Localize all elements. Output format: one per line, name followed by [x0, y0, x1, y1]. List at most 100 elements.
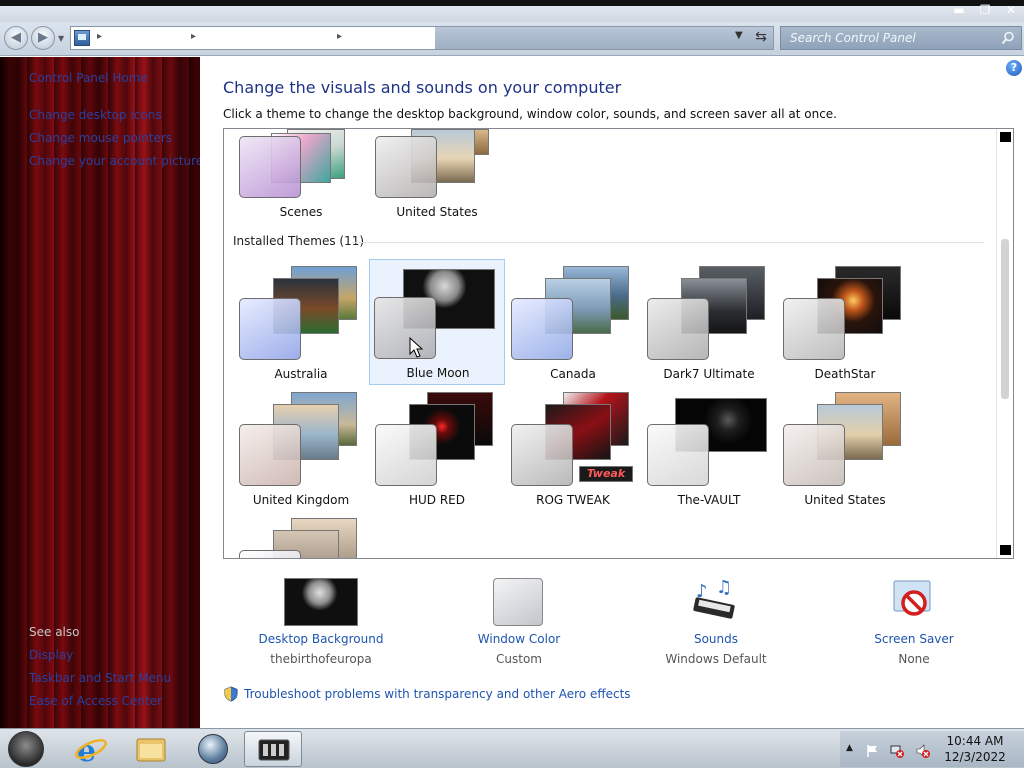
- forward-arrow-icon: ▶: [38, 30, 48, 45]
- troubleshoot-link[interactable]: Troubleshoot problems with transparency …: [244, 687, 631, 701]
- recent-pages-dropdown-icon[interactable]: ▼: [58, 34, 64, 43]
- window-color-option[interactable]: Window Color Custom: [434, 632, 604, 666]
- display-link[interactable]: Display: [29, 648, 73, 662]
- theme-label: Australia: [274, 367, 328, 381]
- search-box[interactable]: [780, 26, 1022, 50]
- breadcrumb-separator-icon[interactable]: ▸: [191, 31, 196, 42]
- clock-time: 10:44 AM: [946, 734, 1004, 748]
- scroll-down-arrow-icon[interactable]: [1000, 545, 1011, 555]
- window-color-swatch: [375, 136, 437, 198]
- maximize-button[interactable]: ❐: [978, 4, 992, 16]
- search-input[interactable]: [781, 27, 1001, 49]
- page-subtitle: Click a theme to change the desktop back…: [223, 107, 837, 121]
- theme-item-the-vault[interactable]: The-VAULT: [641, 386, 777, 512]
- sounds-title[interactable]: Sounds: [631, 632, 801, 646]
- theme-item-australia[interactable]: Australia: [233, 260, 369, 386]
- sounds-option[interactable]: Sounds Windows Default: [631, 632, 801, 666]
- screen-saver-title[interactable]: Screen Saver: [829, 632, 999, 646]
- theme-label: United States: [396, 205, 478, 219]
- control-panel-icon: [74, 30, 90, 46]
- action-center-flag-icon[interactable]: [866, 744, 880, 758]
- mouse-cursor-icon: [409, 337, 423, 358]
- desktop-background-title[interactable]: Desktop Background: [236, 632, 406, 646]
- theme-item-deathstar[interactable]: DeathStar: [777, 260, 913, 386]
- media-player-icon: [198, 734, 228, 764]
- see-also-heading: See also: [29, 625, 80, 639]
- shield-icon: [224, 686, 238, 702]
- start-button[interactable]: [8, 731, 44, 767]
- theme-item-hud-red[interactable]: HUD RED: [369, 386, 505, 512]
- theme-item-united-states-top[interactable]: United States: [369, 129, 505, 255]
- window-color-icon[interactable]: [493, 578, 543, 626]
- internet-explorer-taskbar-button[interactable]: e: [62, 731, 120, 767]
- theme-label: United States: [804, 493, 886, 507]
- main-content: ? Change the visuals and sounds on your …: [200, 57, 1024, 728]
- scrollbar-thumb[interactable]: [1001, 239, 1009, 399]
- minimize-button[interactable]: ▬: [952, 4, 966, 16]
- back-button[interactable]: ◀: [4, 26, 28, 50]
- group-divider: [352, 242, 984, 243]
- window-color-swatch: [783, 298, 845, 360]
- tweak-badge: Tweak: [579, 466, 633, 482]
- sounds-value: Windows Default: [665, 652, 767, 666]
- title-bar-strip: [0, 0, 1024, 6]
- window-color-swatch: [375, 424, 437, 486]
- breadcrumb-separator-icon[interactable]: ▸: [337, 31, 342, 42]
- forward-button[interactable]: ▶: [31, 26, 55, 50]
- change-desktop-icons-link[interactable]: Change desktop icons: [29, 108, 162, 122]
- theme-item-blue-moon[interactable]: Blue Moon: [369, 259, 505, 385]
- title-bar: ▬ ❐ ✕: [0, 0, 1024, 22]
- theme-label: United Kingdom: [252, 493, 350, 507]
- theme-gallery[interactable]: Scenes United States Installed Themes (1…: [223, 128, 1014, 559]
- media-player-taskbar-button[interactable]: [184, 731, 242, 767]
- windows-explorer-taskbar-button[interactable]: [122, 731, 180, 767]
- change-mouse-pointers-link[interactable]: Change mouse pointers: [29, 131, 172, 145]
- theme-label: Canada: [550, 367, 596, 381]
- ease-of-access-link[interactable]: Ease of Access Center: [29, 694, 162, 708]
- address-bar[interactable]: ▸ ▸ ▸ ▼: [70, 26, 774, 50]
- installed-themes-heading: Installed Themes (11): [233, 234, 365, 248]
- window-color-swatch: [511, 298, 573, 360]
- help-icon[interactable]: ?: [1006, 60, 1022, 76]
- control-panel-home-link[interactable]: Control Panel Home: [29, 71, 148, 85]
- volume-muted-icon[interactable]: [916, 744, 930, 758]
- window-color-title[interactable]: Window Color: [434, 632, 604, 646]
- theme-label: ROG TWEAK: [536, 493, 610, 507]
- refresh-button[interactable]: ⇆: [750, 29, 772, 47]
- close-button[interactable]: ✕: [1004, 4, 1018, 16]
- control-panel-taskbar-button[interactable]: [244, 731, 302, 767]
- theme-item-dark7-ultimate[interactable]: Dark7 Ultimate: [641, 260, 777, 386]
- address-bar-empty-area[interactable]: [435, 27, 773, 49]
- navigation-bar: ◀ ▶ ▼ ▸ ▸ ▸ ▼ ⇆: [0, 22, 1024, 56]
- theme-item-united-kingdom[interactable]: United Kingdom: [233, 386, 369, 512]
- screen-saver-icon[interactable]: [888, 577, 938, 625]
- screen-saver-option[interactable]: Screen Saver None: [829, 632, 999, 666]
- window-color-swatch: [239, 424, 301, 486]
- theme-item-partial[interactable]: [233, 512, 369, 558]
- taskbar-start-menu-link[interactable]: Taskbar and Start Menu: [29, 671, 171, 685]
- theme-item-united-states[interactable]: United States: [777, 386, 913, 512]
- taskbar: e ▲ 10:44 AM 12/3/2022: [0, 728, 1024, 768]
- scroll-up-arrow-icon[interactable]: [1000, 132, 1011, 142]
- network-icon[interactable]: [890, 744, 904, 758]
- theme-item-canada[interactable]: Canada: [505, 260, 641, 386]
- system-clock[interactable]: 10:44 AM 12/3/2022: [940, 733, 1010, 765]
- window-color-swatch: [783, 424, 845, 486]
- change-account-picture-link[interactable]: Change your account picture: [29, 154, 203, 168]
- svg-text:♪: ♪: [696, 581, 708, 602]
- screen-saver-value: None: [898, 652, 930, 666]
- address-history-dropdown-icon[interactable]: ▼: [735, 30, 743, 41]
- theme-item-rog-tweak[interactable]: Tweak ROG TWEAK: [505, 386, 641, 512]
- breadcrumb-separator-icon[interactable]: ▸: [97, 31, 102, 42]
- desktop-background-option[interactable]: Desktop Background thebirthofeuropa: [236, 632, 406, 666]
- window-color-swatch: [239, 550, 301, 558]
- back-arrow-icon: ◀: [11, 30, 21, 45]
- show-hidden-icons-icon[interactable]: ▲: [846, 743, 860, 757]
- theme-label: DeathStar: [814, 367, 876, 381]
- desktop-background-thumbnail[interactable]: [284, 578, 358, 626]
- left-task-pane: Control Panel Home Change desktop icons …: [0, 57, 203, 728]
- search-icon[interactable]: [1001, 31, 1015, 45]
- gallery-scrollbar[interactable]: [996, 129, 1013, 558]
- sounds-icon[interactable]: ♪ ♫: [690, 577, 740, 625]
- window-color-swatch: [647, 424, 709, 486]
